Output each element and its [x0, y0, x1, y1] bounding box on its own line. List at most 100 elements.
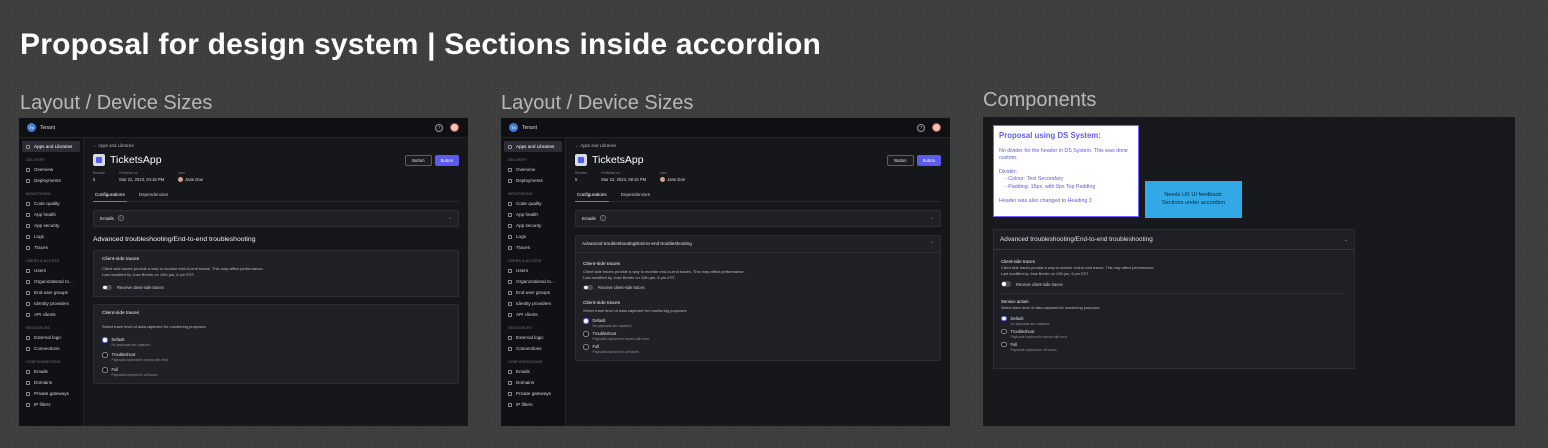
tab-dependencies[interactable]: Dependencies	[137, 190, 170, 202]
heart-icon	[508, 212, 512, 217]
tenant-switcher[interactable]: Tx Tenant	[27, 123, 55, 132]
logic-icon	[26, 335, 30, 340]
client-traces-toggle[interactable]	[583, 284, 593, 290]
sidebar-item-emails[interactable]: Emails	[22, 366, 80, 377]
sidebar-item-deployments[interactable]: Deployments	[504, 175, 562, 186]
breadcrumb[interactable]: ← Apps and Libraries	[575, 143, 941, 148]
accordion-header[interactable]: Advanced troubleshooting/End-to-end trou…	[994, 230, 1354, 250]
sidebar-item-code-quality[interactable]: Code quality	[22, 198, 80, 209]
meta-label: Revision	[93, 171, 106, 175]
sidebar: Apps and Libraries DELIVERY Overview Dep…	[501, 138, 566, 426]
sidebar-item-api-clients[interactable]: API clients	[22, 309, 80, 320]
sidebar-item-label: Identity providers	[34, 301, 69, 306]
help-icon[interactable]: ?	[917, 123, 925, 132]
sidebar-item-label: App security	[34, 223, 60, 228]
troubleshooting-accordion: Advanced troubleshooting/End-to-end trou…	[575, 234, 941, 361]
radio-troubleshoot[interactable]	[583, 331, 589, 337]
sidebar-item-label: Emails	[516, 369, 530, 374]
emails-accordion[interactable]: Emails i ⌄	[93, 209, 459, 227]
sidebar-item-apps-and-libraries[interactable]: Apps and Libraries	[22, 141, 80, 152]
sidebar-item-connections[interactable]: Connections	[504, 343, 562, 354]
sidebar-item-logs[interactable]: Logs	[504, 231, 562, 242]
traces-icon	[508, 245, 512, 250]
primary-button[interactable]: Button	[434, 154, 459, 166]
sidebar-item-domains[interactable]: Domains	[504, 377, 562, 388]
sidebar-item-users[interactable]: Users	[504, 265, 562, 276]
sidebar-item-overview[interactable]: Overview	[22, 164, 80, 175]
sidebar-item-app-health[interactable]: App health	[22, 209, 80, 220]
info-icon: i	[599, 215, 606, 221]
sidebar-item-identity-providers[interactable]: Identity providers	[504, 298, 562, 309]
radio-default[interactable]	[1001, 315, 1007, 322]
link-icon	[26, 346, 30, 351]
sidebar-item-organizational-roles[interactable]: Organizational ro...	[504, 276, 562, 287]
sidebar-item-ip-filters[interactable]: IP filters	[22, 399, 80, 410]
client-traces-toggle[interactable]	[1001, 281, 1011, 287]
sidebar-item-logs[interactable]: Logs	[22, 231, 80, 242]
avatar[interactable]	[932, 123, 941, 132]
sidebar-item-identity-providers[interactable]: Identity providers	[22, 298, 80, 309]
help-icon[interactable]: ?	[435, 123, 443, 132]
sidebar-item-apps-and-libraries[interactable]: Apps and Libraries	[504, 141, 562, 152]
sidebar-item-domains[interactable]: Domains	[22, 377, 80, 388]
sidebar-item-traces[interactable]: Traces	[22, 242, 80, 253]
app-meta: Revision 5 Published on Mar 22, 2023, 04:1…	[93, 171, 459, 182]
sticky-text: Sections under accordion	[1161, 199, 1226, 206]
secondary-button[interactable]: Button	[405, 154, 432, 166]
radio-full[interactable]	[102, 367, 108, 373]
tenant-logo-icon: Tx	[27, 123, 36, 132]
sidebar-item-users[interactable]: Users	[22, 265, 80, 276]
primary-button[interactable]: Button	[916, 154, 941, 166]
radio-default[interactable]	[102, 337, 108, 343]
radio-full[interactable]	[1001, 341, 1007, 348]
proposal-note: Proposal using DS System: No divider for…	[993, 125, 1139, 217]
link-icon	[508, 346, 512, 351]
sidebar-item-label: Code quality	[34, 201, 60, 206]
sidebar-item-private-gateways[interactable]: Private gateways	[504, 388, 562, 399]
sidebar-item-label: Logs	[34, 234, 44, 239]
sidebar-item-private-gateways[interactable]: Private gateways	[22, 388, 80, 399]
client-traces-toggle[interactable]	[102, 284, 112, 290]
trace-level-card: Client-side traces Select trace level of…	[93, 304, 459, 384]
grid-icon	[26, 144, 30, 149]
radio-troubleshoot[interactable]	[102, 352, 108, 358]
sidebar-item-ip-filters[interactable]: IP filters	[504, 399, 562, 410]
radio-troubleshoot[interactable]	[1001, 328, 1007, 335]
tab-configurations[interactable]: Configurations	[575, 190, 609, 202]
sidebar-item-external-logic[interactable]: External logic	[504, 332, 562, 343]
chevron-up-icon: ⌃	[929, 240, 934, 247]
avatar[interactable]	[450, 123, 459, 132]
sidebar-item-label: App health	[34, 212, 56, 217]
sidebar-item-code-quality[interactable]: Code quality	[504, 198, 562, 209]
tab-dependencies[interactable]: Dependencies	[619, 190, 652, 202]
tenant-switcher[interactable]: Tx Tenant	[509, 123, 537, 132]
sidebar-item-label: Organizational ro...	[516, 279, 555, 284]
sidebar-item-label: IP filters	[516, 402, 533, 407]
sidebar-item-traces[interactable]: Traces	[504, 242, 562, 253]
sidebar-item-organizational-roles[interactable]: Organizational ro...	[22, 276, 80, 287]
sidebar-item-connections[interactable]: Connections	[22, 343, 80, 354]
radio-label: Troubleshoot	[592, 331, 617, 336]
tab-configurations[interactable]: Configurations	[93, 190, 127, 202]
sidebar-item-app-health[interactable]: App health	[504, 209, 562, 220]
sidebar-section-label: USERS & ACCESS	[26, 259, 60, 263]
sidebar-item-overview[interactable]: Overview	[504, 164, 562, 175]
sidebar-item-app-security[interactable]: App security	[22, 220, 80, 231]
secondary-button[interactable]: Button	[887, 154, 914, 166]
sidebar-item-app-security[interactable]: App security	[504, 220, 562, 231]
radio-default[interactable]	[583, 318, 589, 324]
sidebar-item-emails[interactable]: Emails	[504, 366, 562, 377]
mail-icon	[26, 369, 30, 374]
frame-label-layout-1: Layout / Device Sizes	[20, 92, 213, 114]
sidebar-item-api-clients[interactable]: API clients	[504, 309, 562, 320]
emails-accordion[interactable]: Emails i ⌄	[575, 209, 941, 227]
sidebar-item-external-logic[interactable]: External logic	[22, 332, 80, 343]
sidebar-item-end-user-groups[interactable]: End-user groups	[504, 287, 562, 298]
sidebar-item-end-user-groups[interactable]: End-user groups	[22, 287, 80, 298]
users-icon	[26, 268, 30, 273]
sidebar: Apps and Libraries DELIVERY Overview Dep…	[19, 138, 84, 426]
breadcrumb[interactable]: ← Apps and Libraries	[93, 143, 459, 148]
sidebar-item-deployments[interactable]: Deployments	[22, 175, 80, 186]
radio-full[interactable]	[583, 344, 589, 350]
accordion-header[interactable]: Advanced troubleshooting/End-to-end trou…	[576, 236, 940, 253]
